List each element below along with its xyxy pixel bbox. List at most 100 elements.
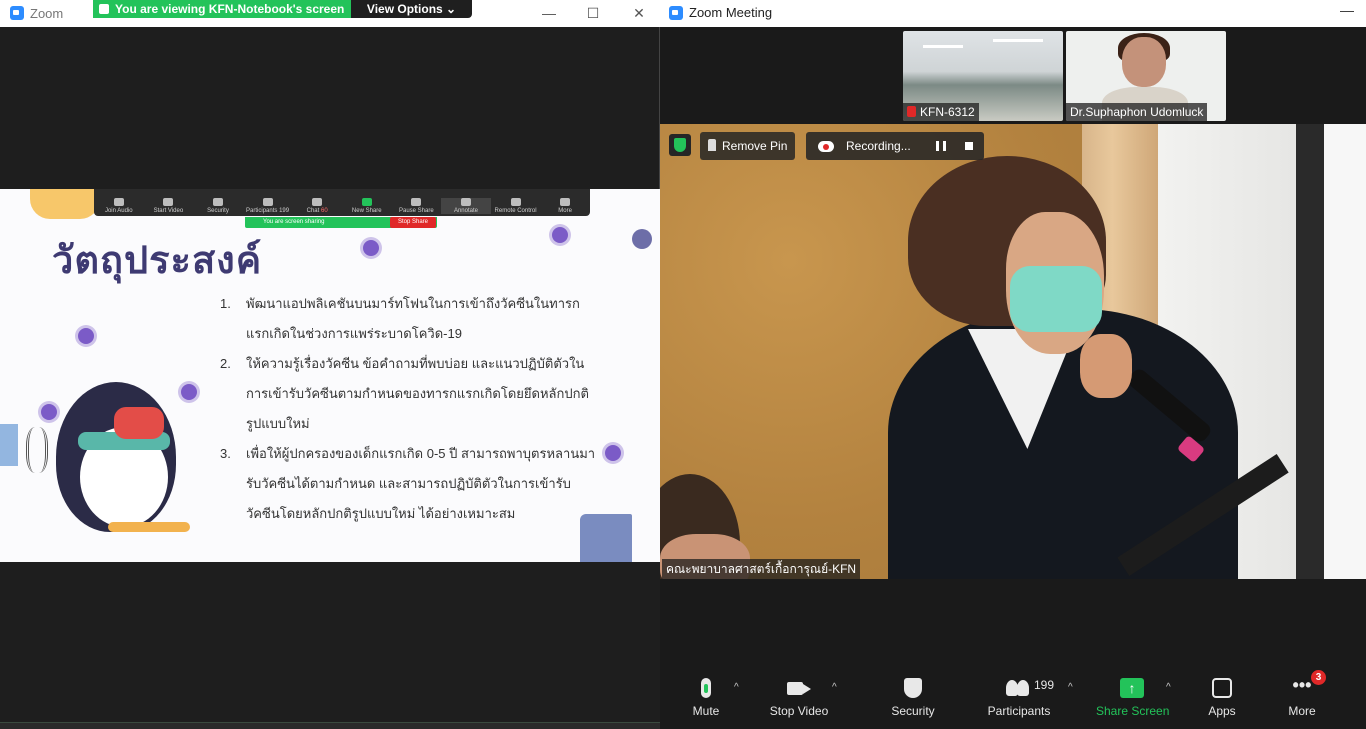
- view-options-button[interactable]: View Options ⌄: [351, 0, 472, 18]
- minimize-button[interactable]: —: [540, 4, 558, 22]
- virus-icon: [363, 240, 379, 256]
- remove-pin-button[interactable]: Remove Pin: [700, 132, 796, 160]
- more-button[interactable]: ••• 3 More: [1280, 670, 1326, 722]
- button-label: Stop Video: [769, 704, 829, 718]
- stop-recording-icon[interactable]: [965, 142, 973, 150]
- video-options-caret[interactable]: ^: [832, 682, 837, 693]
- button-label: More: [1288, 704, 1316, 718]
- list-item: 1. พัฒนาแอปพลิเคชันบนมาร์ทโฟนในการเข้าถึง…: [220, 289, 600, 349]
- apps-icon: [1212, 678, 1232, 698]
- chat-button[interactable]: Chat 60: [292, 198, 342, 214]
- button-label: Share Screen: [1096, 704, 1170, 718]
- more-button[interactable]: More: [540, 198, 590, 214]
- participant-count: 199: [1034, 678, 1055, 692]
- meeting-toolbar: Mute ^ Stop Video ^ Security 199 Partici…: [660, 660, 1366, 729]
- share-options-caret[interactable]: ^: [1166, 682, 1171, 693]
- recording-label: Recording...: [846, 139, 911, 153]
- remote-control-button[interactable]: Remote Control: [491, 198, 541, 214]
- microphone-icon: [701, 678, 711, 698]
- notification-badge: 3: [1311, 670, 1326, 685]
- button-label: Chat: [306, 208, 320, 214]
- start-video-button[interactable]: Start Video: [144, 198, 194, 214]
- maximize-button[interactable]: ☐: [584, 4, 602, 22]
- button-label: Start Video: [153, 208, 184, 214]
- shield-check-icon: [674, 138, 686, 152]
- list-item: 2. ให้ความรู้เรื่องวัคซีน ข้อคำถามที่พบบ่…: [220, 349, 600, 439]
- shield-icon: [212, 198, 223, 206]
- encryption-shield-button[interactable]: [669, 134, 691, 156]
- close-button[interactable]: ✕: [630, 4, 648, 22]
- virus-icon: [78, 328, 94, 344]
- list-item-text: พัฒนาแอปพลิเคชันบนมาร์ทโฟนในการเข้าถึงวั…: [246, 296, 580, 341]
- right-titlebar: Zoom Meeting —: [660, 0, 1366, 27]
- mic-muted-icon: [907, 106, 916, 117]
- mouse-icon: [510, 198, 521, 206]
- participant-name-label: KFN-6312: [903, 103, 979, 121]
- decorative-shape: [0, 424, 18, 466]
- pin-icon: [708, 139, 716, 151]
- participant-name: KFN-6312: [920, 105, 975, 119]
- zoom-logo-icon: [10, 6, 24, 20]
- list-number: 3.: [220, 446, 231, 461]
- participant-figure: [1122, 37, 1166, 87]
- camera-icon: [787, 678, 811, 698]
- new-share-button[interactable]: New Share: [342, 198, 392, 214]
- meeting-window-title: Zoom Meeting: [689, 5, 773, 20]
- viewing-banner-text: You are viewing KFN-Notebook's screen: [115, 2, 345, 16]
- participant-name: Dr.Suphaphon Udomluck: [1070, 105, 1204, 119]
- objectives-list: 1. พัฒนาแอปพลิเคชันบนมาร์ทโฟนในการเข้าถึง…: [220, 289, 600, 529]
- headphones-icon: [113, 198, 124, 206]
- participant-thumbnail[interactable]: Dr.Suphaphon Udomluck: [1066, 31, 1226, 121]
- join-audio-button[interactable]: Join Audio: [94, 198, 144, 214]
- speaker-figure: [1080, 334, 1132, 398]
- annotate-button[interactable]: Annotate: [441, 198, 491, 214]
- stop-video-button[interactable]: Stop Video: [764, 678, 834, 722]
- participant-thumbnail[interactable]: KFN-6312: [903, 31, 1063, 121]
- shared-screen: วัตถุประสงค์ 1. พัฒนาแอปพลิเคชันบนมาร์ทโฟ…: [0, 189, 660, 562]
- share-screen-icon: [1120, 678, 1144, 698]
- shield-icon: [904, 678, 922, 698]
- participants-icon: 199: [1006, 678, 1054, 698]
- ceiling-light: [993, 39, 1043, 42]
- pause-share-button[interactable]: Pause Share: [392, 198, 442, 214]
- button-label: Security: [891, 704, 935, 718]
- zoom-logo-icon: [669, 6, 683, 20]
- participant-count: 199: [279, 208, 290, 214]
- participants-button[interactable]: Participants 199: [243, 198, 293, 214]
- video-background: [1296, 124, 1324, 579]
- share-screen-button[interactable]: Share Screen: [1096, 678, 1170, 722]
- button-label: Mute: [692, 704, 720, 718]
- security-button[interactable]: Security: [193, 198, 243, 214]
- button-label: Participants: [246, 208, 278, 214]
- chat-icon: [312, 198, 323, 206]
- slide-title: วัตถุประสงค์: [52, 237, 263, 282]
- cloud-record-icon: [818, 141, 834, 152]
- left-window-title: Zoom: [30, 6, 64, 21]
- pause-recording-icon[interactable]: [936, 141, 946, 151]
- minimize-button[interactable]: —: [1340, 2, 1354, 18]
- more-icon: ••• 3: [1290, 670, 1326, 698]
- participants-button[interactable]: 199 Participants: [984, 678, 1054, 722]
- virus-icon: [181, 384, 197, 400]
- button-label: Apps: [1208, 704, 1236, 718]
- audio-options-caret[interactable]: ^: [734, 682, 739, 693]
- decorative-dot: [632, 229, 652, 249]
- mute-button[interactable]: Mute: [684, 678, 728, 722]
- security-button[interactable]: Security: [884, 678, 942, 722]
- decorative-shape: [30, 189, 100, 219]
- participants-options-caret[interactable]: ^: [1068, 682, 1073, 693]
- apps-button[interactable]: Apps: [1200, 678, 1244, 722]
- chat-badge: 60: [321, 208, 328, 214]
- list-number: 2.: [220, 356, 231, 371]
- pen-icon: [460, 198, 471, 206]
- button-label: Annotate: [453, 208, 478, 214]
- stop-share-button[interactable]: Stop Share: [390, 217, 436, 228]
- button-label: More: [558, 208, 572, 214]
- participant-name-label: Dr.Suphaphon Udomluck: [1066, 103, 1208, 121]
- button-label: Pause Share: [399, 208, 434, 214]
- virus-icon: [41, 404, 57, 420]
- viewing-banner: You are viewing KFN-Notebook's screen: [93, 0, 351, 18]
- active-speaker-video[interactable]: Remove Pin Recording... คณะพยาบาลศาสตร์เ…: [660, 124, 1366, 579]
- list-item-text: เพื่อให้ผู้ปกครองของเด็กแรกเกิด 0-5 ปี ส…: [246, 446, 596, 521]
- decorative-squiggle: [26, 427, 48, 473]
